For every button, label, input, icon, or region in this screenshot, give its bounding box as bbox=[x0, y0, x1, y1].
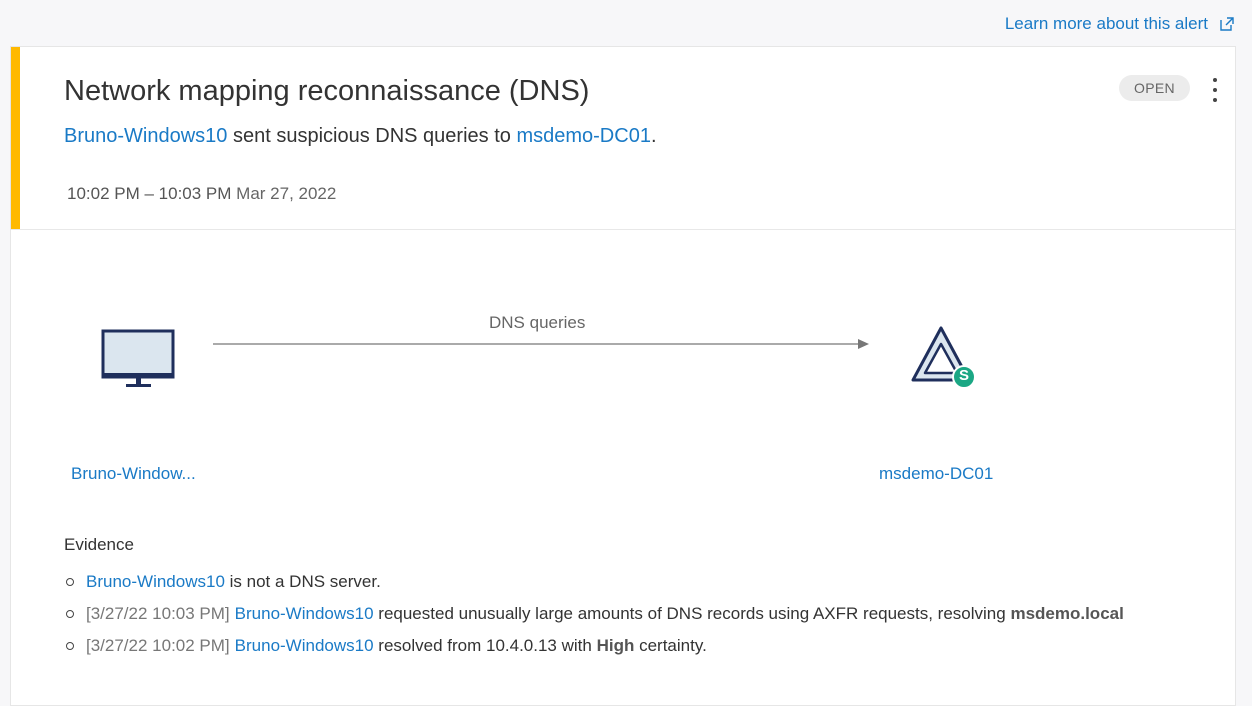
evidence-text: requested unusually large amounts of DNS… bbox=[373, 604, 1011, 623]
bullet-icon bbox=[66, 578, 74, 586]
subtitle-end: . bbox=[650, 125, 657, 147]
alert-title: Network mapping reconnaissance (DNS) bbox=[64, 75, 590, 107]
more-options-icon[interactable] bbox=[1207, 75, 1223, 105]
alert-subtitle: Bruno-Windows10 sent suspicious DNS quer… bbox=[64, 125, 657, 148]
learn-more-link[interactable]: Learn more about this alert bbox=[1005, 14, 1236, 34]
evidence-item: Bruno-Windows10 is not a DNS server. bbox=[66, 566, 1124, 598]
evidence-host-link[interactable]: Bruno-Windows10 bbox=[235, 598, 374, 630]
alert-date: Mar 27, 2022 bbox=[236, 184, 337, 203]
time-range: 10:02 PM – 10:03 PM bbox=[67, 184, 232, 203]
target-entity-link[interactable]: msdemo-DC01 bbox=[516, 125, 650, 147]
severity-bar bbox=[11, 47, 20, 229]
evidence-domain: msdemo.local bbox=[1010, 604, 1124, 623]
evidence-item: [3/27/22 10:02 PM] Bruno-Windows10 resolv… bbox=[66, 630, 1124, 662]
dns-query-arrow bbox=[213, 339, 869, 349]
alert-time: 10:02 PM – 10:03 PM Mar 27, 2022 bbox=[67, 184, 336, 204]
evidence-text: resolved from 10.4.0.13 with bbox=[373, 636, 597, 655]
target-node-label[interactable]: msdemo-DC01 bbox=[879, 464, 993, 484]
alert-card: Network mapping reconnaissance (DNS) Bru… bbox=[10, 46, 1236, 706]
learn-more-label: Learn more about this alert bbox=[1004, 14, 1208, 33]
sensor-badge: S bbox=[958, 367, 969, 384]
evidence-list: Bruno-Windows10 is not a DNS server. [3/… bbox=[66, 566, 1124, 662]
evidence-timestamp: [3/27/22 10:02 PM] bbox=[86, 636, 230, 655]
source-entity-link[interactable]: Bruno-Windows10 bbox=[64, 125, 227, 147]
subtitle-text: sent suspicious DNS queries to bbox=[227, 125, 517, 147]
evidence-host-link[interactable]: Bruno-Windows10 bbox=[235, 630, 374, 662]
bullet-icon bbox=[66, 642, 74, 650]
evidence-host-link[interactable]: Bruno-Windows10 bbox=[86, 566, 225, 598]
evidence-timestamp: [3/27/22 10:03 PM] bbox=[86, 604, 230, 623]
evidence-text-end: certainty. bbox=[634, 636, 707, 655]
evidence-text: is not a DNS server. bbox=[224, 572, 381, 591]
computer-monitor-icon[interactable] bbox=[101, 329, 179, 391]
evidence-title: Evidence bbox=[64, 535, 134, 554]
source-node-label[interactable]: Bruno-Window... bbox=[71, 464, 196, 484]
external-link-icon bbox=[1220, 17, 1234, 31]
edge-label: DNS queries bbox=[489, 313, 586, 332]
bullet-icon bbox=[66, 610, 74, 618]
activity-diagram: S Bruno-Window... DNS queries msdemo-DC0… bbox=[11, 229, 1237, 519]
status-badge: OPEN bbox=[1119, 75, 1190, 101]
evidence-item: [3/27/22 10:03 PM] Bruno-Windows10 reques… bbox=[66, 598, 1124, 630]
evidence-certainty: High bbox=[596, 636, 635, 655]
alert-header: Network mapping reconnaissance (DNS) Bru… bbox=[11, 47, 1235, 230]
